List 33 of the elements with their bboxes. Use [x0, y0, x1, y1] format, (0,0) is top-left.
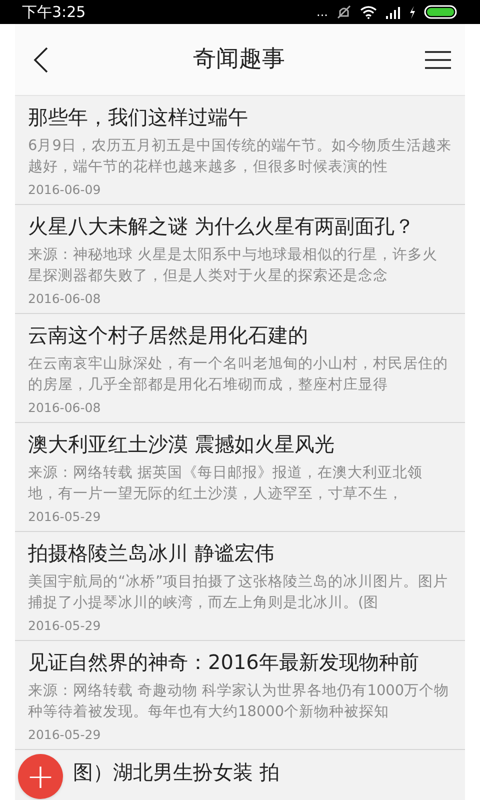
- article-title: 云南这个村子居然是用化石建的: [28, 322, 309, 349]
- article-summary: 来源：网络转载 据英国《每日邮报》报道，在澳大利亚北领地，有一片一望无际的红土沙漠，人迹罕至，寸草不生，: [28, 464, 424, 504]
- article-date: 2016-05-29: [28, 617, 102, 635]
- article-summary: 来源：网络转载 奇趣动物 科学家认为世界各地仍有1000万个物种等待着被发现。每年也有大约18000个新物种被探知: [28, 682, 450, 722]
- status-dots: ...: [316, 6, 328, 18]
- article-item[interactable]: 云南这个村子居然是用化石建的 在云南哀牢山脉深处，有一个名叫老旭甸的小山村，村民居住的的房屋，几乎全部都是用化石堆砌而成，整座村庄显得 2016-06-08: [15, 313, 465, 422]
- article-summary: 在云南哀牢山脉深处，有一个名叫老旭甸的小山村，村民居住的的房屋，几乎全部都是用化石堆砌而成，整座村庄显得: [28, 354, 449, 395]
- battery-icon: [424, 5, 458, 19]
- article-summary: 6月9日，农历五月初五是中国传统的端午节。如今物质生活越来越好，端午节的花样也越来越多，但很多时候表演的性: [28, 136, 452, 177]
- article-title: 那些年，我们这样过端午: [28, 104, 249, 131]
- wifi-icon: [360, 6, 377, 18]
- article-date: 2016-06-08: [28, 290, 102, 308]
- charging-icon: [409, 6, 416, 18]
- article-date: 2016-05-29: [28, 508, 102, 526]
- article-title: 见证自然界的神奇：2016年最新发现物种前: [28, 649, 420, 676]
- article-date: 2016-06-09: [28, 181, 102, 199]
- article-summary: 美国宇航局的“冰桥”项目拍摄了这张格陵兰岛的冰川图片。图片捕捉了小提琴冰川的峡湾，而左上角则是北冰川。(图: [28, 572, 450, 613]
- article-title: 澳大利亚红土沙漠 震撼如火星风光: [28, 431, 336, 458]
- status-time: 下午3:25: [22, 2, 86, 23]
- article-item[interactable]: 火星八大未解之谜 为什么火星有两副面孔？ 来源：神秘地球 火星是太阳系中与地球最相似的行星，许多火星探测器都失败了，但是人类对于火星的探索还是念念 2016-06-08: [15, 204, 465, 313]
- article-title: 图）湖北男生扮女装 拍: [73, 759, 280, 786]
- signal-icon: [385, 6, 401, 18]
- article-title: 拍摄格陵兰岛冰川 静谧宏伟: [28, 540, 276, 567]
- article-title: 火星八大未解之谜 为什么火星有两副面孔？: [28, 213, 416, 240]
- article-date: 2016-05-29: [28, 726, 102, 744]
- article-item[interactable]: 拍摄格陵兰岛冰川 静谧宏伟 美国宇航局的“冰桥”项目拍摄了这张格陵兰岛的冰川图片。图片捕捉了小提琴冰川的峡湾，而左上角则是北冰川。(图 2016-05-29: [15, 531, 465, 640]
- article-item[interactable]: 那些年，我们这样过端午 6月9日，农历五月初五是中国传统的端午节。如今物质生活越来越好，端午节的花样也越来越多，但很多时候表演的性 2016-06-09: [15, 96, 465, 204]
- article-item[interactable]: 澳大利亚红土沙漠 震撼如火星风光 来源：网络转载 据英国《每日邮报》报道，在澳大利亚北领地，有一片一望无际的红土沙漠，人迹罕至，寸草不生， 2016-05-29: [15, 422, 465, 531]
- article-summary: 来源：神秘地球 火星是太阳系中与地球最相似的行星，许多火星探测器都失败了，但是人类对于火星的探索还是念念: [28, 246, 439, 286]
- article-date: 2016-06-08: [28, 399, 102, 417]
- muted-bell-icon: [336, 5, 352, 19]
- article-item[interactable]: 见证自然界的神奇：2016年最新发现物种前 来源：网络转载 奇趣动物 科学家认为世界各地仍有1000万个物种等待着被发现。每年也有大约18000个新物种被探知 2016-05-29: [15, 640, 465, 749]
- header-title: 奇闻趣事: [193, 45, 285, 74]
